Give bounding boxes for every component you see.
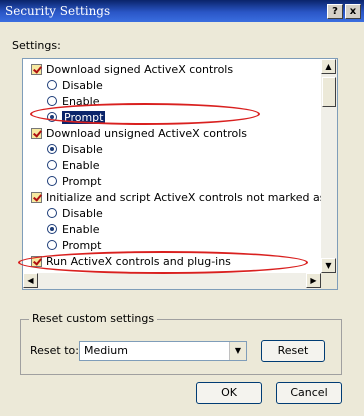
radio-option[interactable]: Enable (47, 159, 99, 173)
list-group-item[interactable]: Download signed ActiveX controls (31, 63, 233, 77)
reset-level-dropdown[interactable]: Medium ▼ (79, 341, 247, 361)
radio-icon (47, 208, 57, 218)
horizontal-scrollbar[interactable]: ◀ ▶ (23, 273, 337, 289)
ok-button[interactable]: OK (196, 382, 262, 404)
radio-option[interactable]: Prompt (47, 239, 101, 253)
scroll-right-icon[interactable]: ▶ (306, 273, 321, 288)
scroll-down-icon[interactable]: ▼ (321, 258, 336, 273)
radio-icon (47, 176, 57, 186)
annotation-ellipse (30, 103, 260, 125)
radio-option-selected[interactable]: Enable (47, 223, 99, 237)
radio-icon (47, 96, 57, 106)
radio-option-selected[interactable]: Disable (47, 143, 103, 157)
radio-selected-icon (47, 224, 57, 234)
dropdown-value: Medium (84, 344, 128, 357)
help-button[interactable]: ? (327, 4, 343, 19)
list-group-item[interactable]: Download unsigned ActiveX controls (31, 127, 247, 141)
checkbox-icon (31, 64, 42, 75)
checkbox-icon (31, 128, 42, 139)
security-settings-dialog: Security Settings ? x Settings: Download… (0, 0, 364, 416)
group-title: Reset custom settings (29, 312, 158, 325)
radio-selected-icon (47, 144, 57, 154)
scroll-thumb[interactable] (322, 77, 336, 107)
list-group-item[interactable]: Initialize and script ActiveX controls n… (31, 191, 337, 205)
reset-to-label: Reset to: (30, 344, 79, 357)
window-title: Security Settings (5, 4, 111, 18)
scroll-up-icon[interactable]: ▲ (321, 59, 336, 74)
radio-icon (47, 80, 57, 90)
scroll-left-icon[interactable]: ◀ (23, 273, 38, 288)
chevron-down-icon[interactable]: ▼ (229, 342, 246, 360)
checkbox-icon (31, 192, 42, 203)
vertical-scrollbar[interactable]: ▲ ▼ (321, 59, 337, 273)
cancel-button[interactable]: Cancel (276, 382, 342, 404)
radio-icon (47, 240, 57, 250)
reset-button[interactable]: Reset (261, 340, 325, 362)
reset-custom-settings-group: Reset custom settings Reset to: Medium ▼… (20, 312, 342, 375)
settings-label: Settings: (12, 39, 61, 52)
radio-option[interactable]: Disable (47, 207, 103, 221)
radio-icon (47, 160, 57, 170)
radio-option[interactable]: Prompt (47, 175, 101, 189)
radio-option[interactable]: Disable (47, 79, 103, 93)
annotation-ellipse (18, 251, 308, 274)
scroll-corner (321, 273, 337, 289)
close-button[interactable]: x (345, 4, 361, 19)
title-bar: Security Settings ? x (0, 0, 364, 22)
